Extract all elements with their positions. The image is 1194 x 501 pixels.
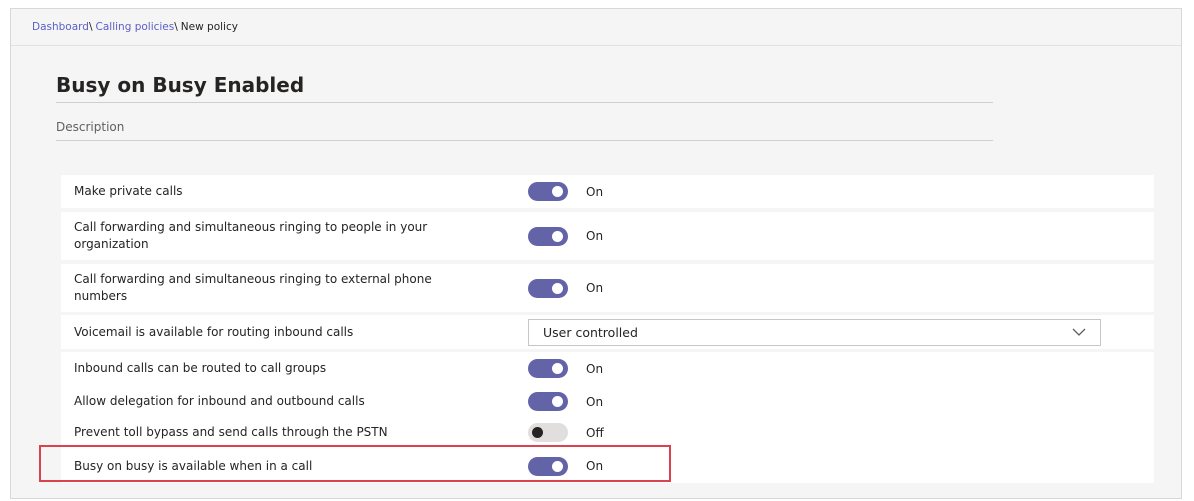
toggle-knob (532, 427, 543, 438)
setting-label: Allow delegation for inbound and outboun… (74, 394, 365, 408)
policy-name-underline (56, 102, 993, 103)
setting-row-call-forwarding-external: Call forwarding and simultaneous ringing… (61, 264, 1154, 312)
breadcrumb-new-policy: New policy (180, 21, 238, 33)
breadcrumb-separator: \ (88, 21, 93, 33)
toggle-knob (552, 396, 563, 407)
toll-bypass-toggle[interactable] (528, 423, 568, 442)
setting-label: Busy on busy is available when in a call (74, 459, 313, 473)
toggle-state-label: Off (586, 426, 604, 440)
setting-label: Call forwarding and simultaneous ringing… (74, 220, 428, 251)
setting-row-toll-bypass: Prevent toll bypass and send calls throu… (61, 416, 1154, 449)
breadcrumb-separator: \ (174, 21, 178, 33)
breadcrumb-calling-policies[interactable]: Calling policies (96, 21, 175, 33)
call-forwarding-internal-toggle[interactable] (528, 227, 568, 246)
breadcrumb: Dashboard \ Calling policies \ New polic… (11, 9, 1181, 46)
toggle-state-label: On (586, 281, 604, 295)
policy-editor-frame: Dashboard \ Calling policies \ New polic… (10, 8, 1182, 499)
voicemail-dropdown[interactable]: User controlled (528, 319, 1101, 346)
setting-row-call-groups: Inbound calls can be routed to call grou… (61, 352, 1154, 385)
breadcrumb-dashboard[interactable]: Dashboard (32, 21, 89, 33)
setting-row-delegation: Allow delegation for inbound and outboun… (61, 385, 1154, 418)
setting-row-call-forwarding-internal: Call forwarding and simultaneous ringing… (61, 212, 1154, 260)
make-private-calls-toggle[interactable] (528, 182, 568, 201)
setting-label: Make private calls (74, 184, 183, 198)
policy-name-field[interactable]: Busy on Busy Enabled (56, 73, 304, 97)
toggle-state-label: On (586, 362, 604, 376)
busy-on-busy-toggle[interactable] (528, 457, 568, 476)
toggle-state-label: On (586, 395, 604, 409)
toggle-knob (552, 283, 563, 294)
dropdown-selected-value: User controlled (543, 325, 638, 340)
toggle-knob (552, 231, 563, 242)
toggle-state-label: On (586, 229, 604, 243)
call-forwarding-external-toggle[interactable] (528, 279, 568, 298)
toggle-knob (552, 363, 563, 374)
description-underline (56, 140, 993, 141)
setting-row-make-private-calls: Make private calls On (61, 175, 1154, 208)
setting-label: Voicemail is available for routing inbou… (74, 325, 354, 339)
toggle-state-label: On (586, 185, 604, 199)
call-groups-toggle[interactable] (528, 359, 568, 378)
toggle-state-label: On (586, 459, 604, 473)
chevron-down-icon (1072, 328, 1086, 336)
setting-row-busy-on-busy: Busy on busy is available when in a call… (61, 449, 1154, 483)
delegation-toggle[interactable] (528, 392, 568, 411)
setting-label: Prevent toll bypass and send calls throu… (74, 425, 388, 439)
setting-label: Call forwarding and simultaneous ringing… (74, 272, 432, 303)
setting-row-voicemail: Voicemail is available for routing inbou… (61, 315, 1154, 349)
setting-label: Inbound calls can be routed to call grou… (74, 361, 327, 375)
toggle-knob (552, 186, 563, 197)
description-field[interactable]: Description (56, 120, 993, 142)
toggle-knob (552, 461, 563, 472)
